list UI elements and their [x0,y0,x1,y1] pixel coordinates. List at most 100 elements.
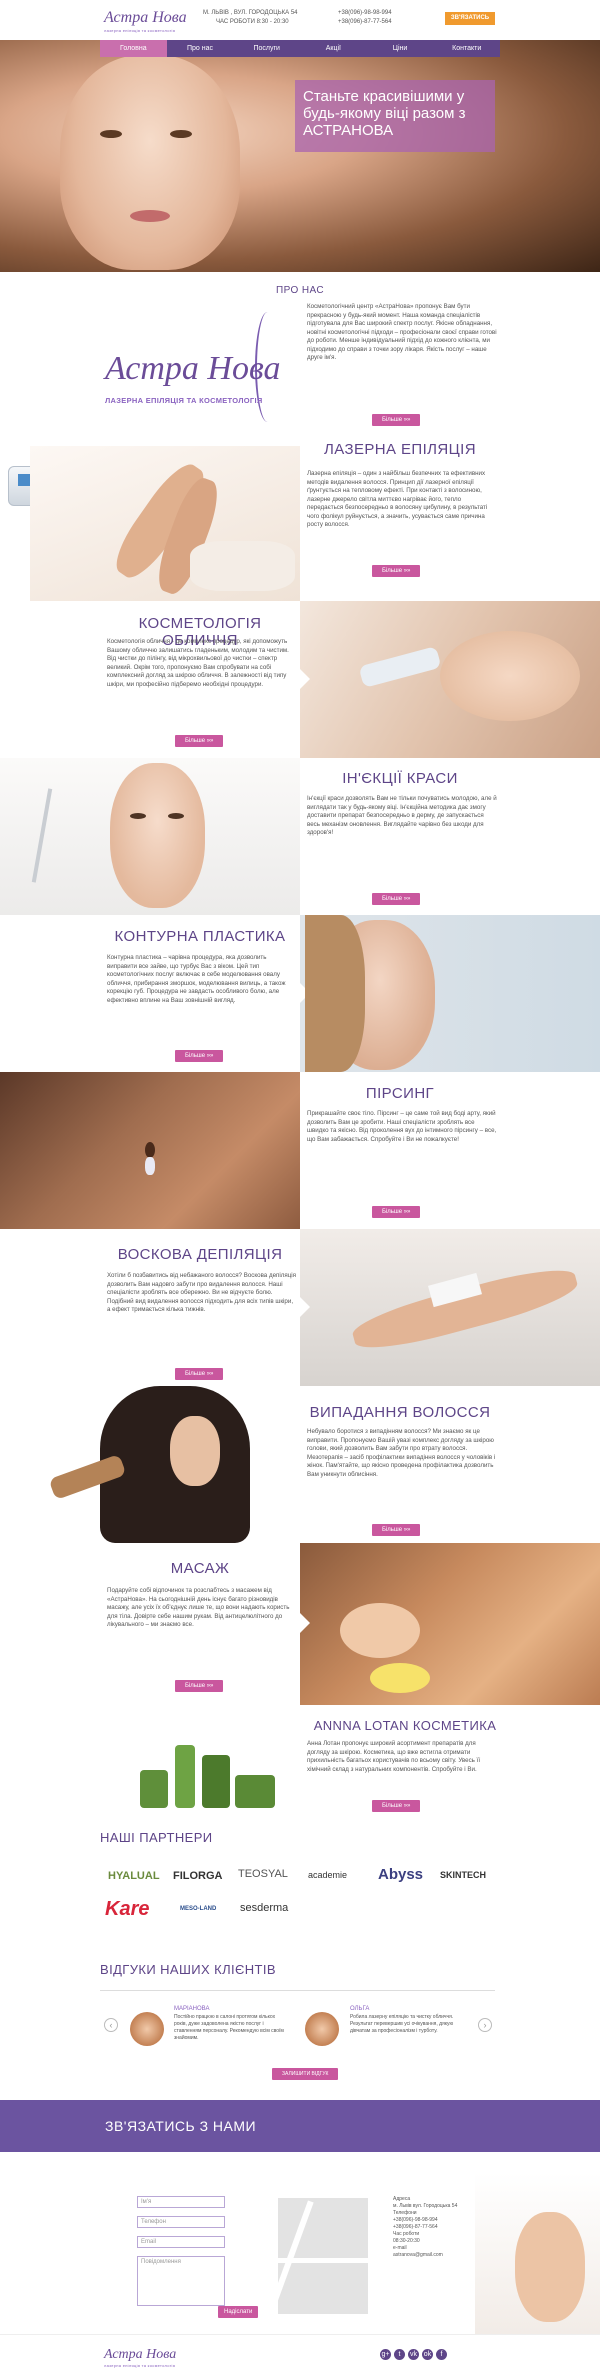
face-cosmetology-text: Косметологія обличчя - це комплекс проце… [107,638,289,688]
contact-message-input[interactable]: Повідомлення [137,2256,225,2306]
anna-lotan-products-image [120,1720,295,1820]
partners-title: НАШІ ПАРТНЕРИ [100,1830,213,1845]
woman-shape [515,2212,585,2322]
twitter-icon[interactable]: t [394,2349,405,2360]
laser-title: ЛАЗЕРНА ЕПІЛЯЦІЯ [324,441,476,458]
contact-info-line: Час роботи [393,2231,420,2237]
partner-skintech[interactable]: SKINTECH [440,1870,486,1880]
logo[interactable]: Астра Нова [104,9,187,27]
hero-banner: Станьте красивішими у будь-якому віці ра… [295,80,495,152]
partner-sesderma[interactable]: sesderma [240,1902,288,1914]
contact-phone-input[interactable]: Телефон [137,2216,225,2228]
header: Астра Нова лазерна епіляція та косметоло… [0,0,600,40]
nav-promotions[interactable]: Акції [300,40,367,57]
contour-hair [305,915,365,1072]
header-phone-2[interactable]: +38(096)-87-77-564 [338,19,392,25]
face-cosmetology-more-button[interactable]: Більше »» [175,735,224,747]
contact-info-line: +38(096)-98-98-994 [393,2217,438,2223]
hero-eye-left [100,130,122,138]
facebook-icon[interactable]: f [436,2349,447,2360]
contact-banner: ЗВ'ЯЗАТИСЬ З НАМИ [0,2100,600,2152]
reviews-title: ВІДГУКИ НАШИХ КЛІЄНТІВ [100,1962,276,1977]
laser-text: Лазерна епіляція – один з найбільш безпе… [307,470,488,528]
face-cosmetology-image [300,601,600,758]
header-phone-1[interactable]: +38(096)-98-98-994 [338,10,392,16]
review-name-1: МАРІАНОВА [174,2006,210,2012]
about-more-button[interactable]: Більше »» [372,414,421,426]
hero-title: Станьте красивішими у будь-якому віці ра… [303,88,466,139]
partner-filorga[interactable]: FILORGA [173,1870,223,1882]
piercing-text: Прикрашайте своє тіло. Пірсинг – це саме… [307,1110,497,1143]
header-address: М. ЛЬВІВ , ВУЛ. ГОРОДОЦЬКА 54 [203,10,298,16]
contact-info-line: м. Львів вул. Городоцька 54 [393,2203,458,2209]
contact-name-input[interactable]: Ім'я [137,2196,225,2208]
header-hours: ЧАС РОБОТИ 8:30 - 20:30 [216,19,289,25]
facial-device [358,646,442,688]
review-text-1: Постійно працюю в салоні протягом кілько… [174,2014,284,2041]
nav-home[interactable]: Головна [100,40,167,57]
contact-info-line: Адреса [393,2196,411,2202]
partner-hyalual[interactable]: HYALUAL [108,1870,160,1882]
review-avatar-2 [305,2012,339,2046]
contact-info-line[interactable]: astranova@gmail.com [393,2252,473,2259]
contour-title: КОНТУРНА ПЛАСТИКА [114,928,286,945]
review-text-2: Робила лазерну епіляцію та чистку обличч… [350,2014,454,2034]
partner-academie[interactable]: academie [308,1870,347,1880]
contact-info: Адреса м. Львів вул. Городоцька 54 Телеф… [393,2196,473,2259]
contact-submit-button[interactable]: Надіслати [218,2306,259,2318]
piercing-more-button[interactable]: Більше »» [372,1206,421,1218]
reviews-next-button[interactable]: › [478,2018,492,2032]
about-logo: Астра Нова [105,350,281,387]
injections-eye-right [168,813,184,819]
google-plus-icon[interactable]: g+ [380,2349,391,2360]
partner-mesoland[interactable]: MESO-LAND [180,1906,216,1912]
product-jar-4 [235,1775,275,1808]
nav-contacts[interactable]: Контакти [433,40,500,57]
injections-more-button[interactable]: Більше »» [372,893,421,905]
partner-abyss[interactable]: Abyss [378,1866,423,1883]
laser-more-button[interactable]: Більше »» [372,565,421,577]
map[interactable] [278,2198,368,2314]
contour-more-button[interactable]: Більше »» [175,1050,224,1062]
hero-lips [130,210,170,222]
anna-lotan-title: ANNNA LOTAN КОСМЕТИКА [313,1718,497,1733]
odnoklassniki-icon[interactable]: ok [422,2349,433,2360]
hair-loss-face [170,1416,220,1486]
massage-more-button[interactable]: Більше »» [175,1680,224,1692]
about-logo-subtitle: ЛАЗЕРНА ЕПІЛЯЦІЯ ТА КОСМЕТОЛОГІЯ [105,396,263,405]
nav-about[interactable]: Про нас [167,40,234,57]
reviews-prev-button[interactable]: ‹ [104,2018,118,2032]
nav-prices[interactable]: Ціни [367,40,434,57]
contact-info-line: 08:30-20:30 [393,2238,420,2244]
map-road [278,2200,314,2312]
wax-leg [348,1259,582,1359]
footer: Астра Нова лазерна епіляція та косметоло… [0,2334,600,2376]
wax-title: ВОСКОВА ДЕПІЛЯЦІЯ [117,1246,283,1263]
vk-icon[interactable]: vk [408,2349,419,2360]
header-contact-button[interactable]: ЗВ'ЯЗАТИСЬ [445,12,495,25]
logo-subtitle: лазерна епіляція та косметологія [104,28,176,33]
wax-text: Хотіли б позбавитись від небажаного воло… [107,1272,296,1313]
partner-kare[interactable]: Kare [105,1898,149,1921]
contact-title: ЗВ'ЯЗАТИСЬ З НАМИ [105,2118,257,2134]
wax-more-button[interactable]: Більше »» [175,1368,224,1380]
syringe [31,788,53,883]
hero-face [60,55,240,270]
injections-title: ІН'ЄКЦІЇ КРАСИ [342,770,458,787]
hair-loss-image [0,1386,300,1543]
hero-image [0,40,600,272]
contact-email-input[interactable]: Email [137,2236,225,2248]
contour-image [300,915,600,1072]
product-jar-3 [202,1755,230,1808]
section-arrow [300,1297,310,1317]
review-name-2: ОЛЬГА [350,2006,370,2012]
footer-logo[interactable]: Астра Нова [104,2347,176,2363]
hair-loss-more-button[interactable]: Більше »» [372,1524,421,1536]
anna-lotan-more-button[interactable]: Більше »» [372,1800,421,1812]
injections-face [110,763,205,908]
massage-image [300,1543,600,1705]
wax-image [300,1229,600,1386]
leave-review-button[interactable]: ЗАЛИШИТИ ВІДГУК [272,2068,339,2080]
nav-services[interactable]: Послуги [233,40,300,57]
partner-teosyal[interactable]: TEOSYAL [238,1868,288,1880]
